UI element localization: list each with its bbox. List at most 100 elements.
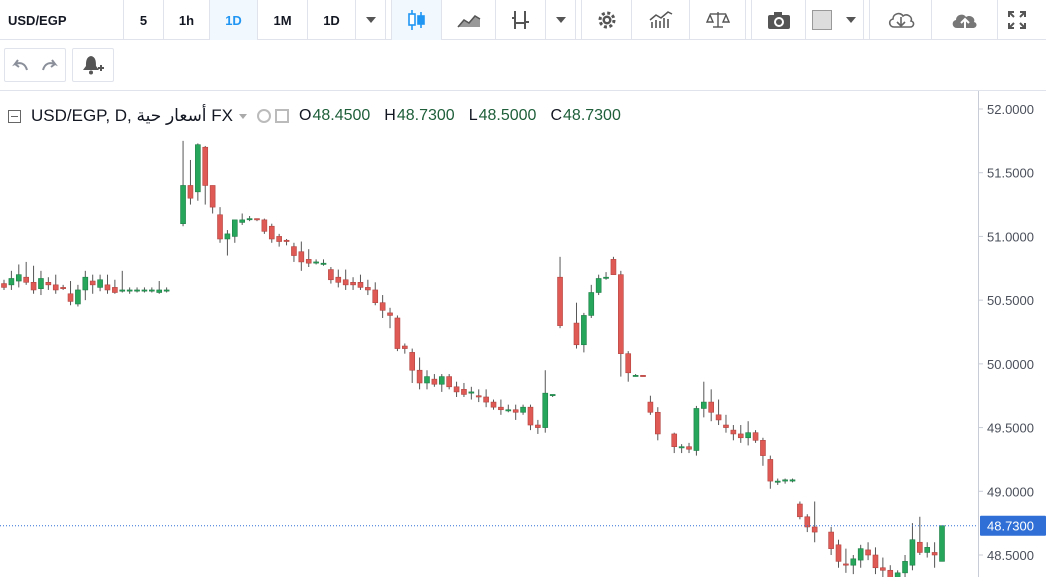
fullscreen-button[interactable] xyxy=(998,0,1036,40)
candle-body xyxy=(490,401,497,408)
candle-body xyxy=(549,394,556,396)
candle-body xyxy=(254,218,260,221)
candle-body xyxy=(573,322,580,346)
candle-body xyxy=(180,185,186,224)
candle-body xyxy=(939,525,945,562)
screenshot-button[interactable] xyxy=(752,0,806,40)
undo-button[interactable] xyxy=(5,49,35,81)
load-chart-button[interactable] xyxy=(870,0,932,40)
candle-body xyxy=(475,395,482,398)
candle-body xyxy=(134,289,140,292)
candle-body xyxy=(789,479,796,482)
interval-1d[interactable]: 1D xyxy=(210,0,258,40)
candle-body xyxy=(872,554,879,569)
eye-icon[interactable] xyxy=(257,109,271,123)
candle-body xyxy=(424,376,430,384)
high-label: H xyxy=(384,107,396,124)
candle-body xyxy=(745,432,751,439)
interval-5-label: 5 xyxy=(139,12,148,28)
legend-open: O48.4500 xyxy=(299,107,370,125)
color-square-icon xyxy=(812,10,832,30)
candle-body xyxy=(647,401,654,413)
undo-redo-group xyxy=(4,48,66,82)
candle-body xyxy=(618,274,624,354)
color-dropdown[interactable] xyxy=(838,0,864,40)
candle-body xyxy=(416,369,423,384)
candle-body xyxy=(320,262,327,265)
legend-close: C48.7300 xyxy=(550,107,620,125)
candle-body xyxy=(82,276,89,291)
candle-body xyxy=(119,289,126,292)
interval-5[interactable]: 5 xyxy=(124,0,164,40)
interval-1m[interactable]: 1M xyxy=(258,0,308,40)
indicators-dropdown[interactable] xyxy=(546,0,576,40)
balance-button[interactable] xyxy=(690,0,746,40)
candle-body xyxy=(291,246,297,256)
indicators-icon xyxy=(511,11,529,29)
interval-1h[interactable]: 1h xyxy=(164,0,210,40)
interval-dropdown-caret[interactable] xyxy=(356,0,386,40)
candle-body xyxy=(394,317,401,349)
candle-body xyxy=(402,345,408,349)
candle-body xyxy=(45,282,52,286)
gear-icon[interactable] xyxy=(275,109,289,123)
candle-body xyxy=(797,503,803,518)
settings-button[interactable] xyxy=(582,0,632,40)
candle-body xyxy=(224,233,231,240)
redo-button[interactable] xyxy=(35,49,65,81)
low-label: L xyxy=(468,107,478,124)
candle-body xyxy=(924,547,931,553)
candle-body xyxy=(723,424,729,428)
collapse-legend-button[interactable] xyxy=(8,109,21,123)
redo-icon xyxy=(42,59,58,71)
add-alert-button[interactable] xyxy=(72,48,114,82)
candle-body xyxy=(632,375,639,377)
candle-body xyxy=(610,259,617,275)
candle-body xyxy=(880,567,886,571)
save-chart-button[interactable] xyxy=(932,0,998,40)
candle-body xyxy=(163,289,170,292)
candle-body xyxy=(671,433,678,447)
y-tick-label: 50.5000 xyxy=(987,293,1034,308)
price-chart[interactable]: 52.0000 51.5000 51.0000 50.5000 50.0000 49.50… xyxy=(0,91,1046,577)
candle-body xyxy=(387,312,393,316)
chart-style-button[interactable] xyxy=(442,0,496,40)
candle-body xyxy=(52,284,59,291)
color-button[interactable] xyxy=(806,0,838,40)
balance-icon xyxy=(705,12,730,28)
interval-1d-label: 1D xyxy=(225,12,242,28)
camera-icon xyxy=(767,12,790,29)
legend-menu-caret-icon[interactable] xyxy=(239,113,247,119)
symbol-search[interactable]: USD/EGP xyxy=(0,0,124,40)
candle-body xyxy=(30,282,37,291)
candle-body xyxy=(261,219,268,232)
candles-icon xyxy=(407,10,425,30)
interval-dropdown[interactable]: 1D xyxy=(308,0,356,40)
candle-body xyxy=(535,424,541,428)
candle-body xyxy=(217,214,223,240)
candle-body xyxy=(902,561,908,574)
legend-high: H48.7300 xyxy=(384,107,454,125)
candle-body xyxy=(527,406,534,426)
area-chart-icon xyxy=(456,14,480,28)
candle-body xyxy=(737,433,744,439)
candle-body xyxy=(909,539,916,566)
indicators-button[interactable] xyxy=(496,0,546,40)
candle-body xyxy=(305,259,312,264)
candle-body xyxy=(483,396,489,403)
compare-button[interactable] xyxy=(632,0,690,40)
candles-button[interactable] xyxy=(392,0,442,40)
interval-dropdown-label: 1D xyxy=(323,12,340,28)
candle-body xyxy=(276,236,282,242)
candle-body xyxy=(38,278,44,289)
candle-body xyxy=(782,479,788,482)
low-value: 48.5000 xyxy=(478,107,537,124)
candle-body xyxy=(149,289,155,292)
candle-body xyxy=(865,549,871,556)
candle-body xyxy=(202,146,209,186)
candle-body xyxy=(15,274,22,282)
candle-body xyxy=(75,289,81,305)
add-alert-icon xyxy=(83,56,104,75)
candle-body xyxy=(752,432,759,441)
candle-body xyxy=(498,406,504,411)
